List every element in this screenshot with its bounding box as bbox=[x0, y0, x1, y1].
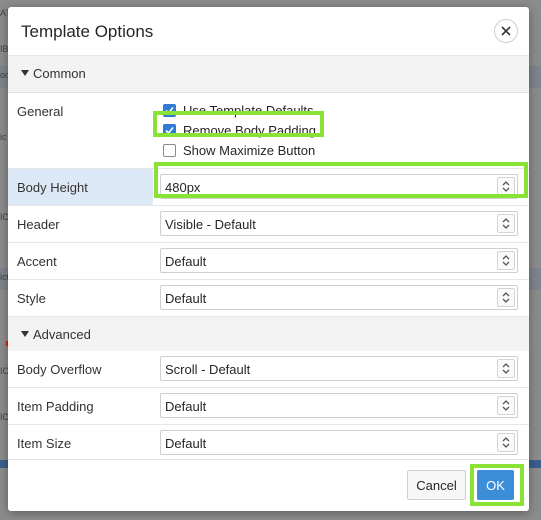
checkbox-label: Show Maximize Button bbox=[183, 143, 316, 158]
select-value: Scroll - Default bbox=[165, 362, 251, 377]
checkbox-label: Use Template Defaults bbox=[183, 103, 314, 118]
item-padding-label: Item Padding bbox=[17, 399, 94, 414]
general-label: General bbox=[17, 104, 64, 119]
checkbox-remove-body-padding[interactable]: Remove Body Padding bbox=[163, 123, 333, 141]
checkbox[interactable] bbox=[163, 124, 176, 137]
dialog-body: Common General Use Template Defaults Rem… bbox=[8, 56, 529, 459]
section-header-common[interactable]: Common bbox=[8, 56, 529, 93]
item-padding-select[interactable]: Default bbox=[160, 393, 518, 418]
template-options-dialog: Template Options Common General Use Temp… bbox=[8, 7, 529, 511]
updown-chevron-icon bbox=[497, 177, 515, 196]
body-overflow-select[interactable]: Scroll - Default bbox=[160, 356, 518, 381]
select-value: Default bbox=[165, 436, 207, 451]
cancel-button[interactable]: Cancel bbox=[407, 470, 466, 500]
select-value: Default bbox=[165, 254, 207, 269]
close-button[interactable] bbox=[494, 19, 518, 43]
checkbox[interactable] bbox=[163, 104, 176, 117]
select-value: Default bbox=[165, 291, 207, 306]
checkbox-label: Remove Body Padding bbox=[183, 123, 316, 138]
background-fragment: ic bbox=[0, 132, 7, 142]
item-padding-row: Item Padding Default bbox=[8, 388, 529, 425]
accent-label: Accent bbox=[17, 254, 57, 269]
updown-chevron-icon bbox=[497, 396, 515, 415]
style-select[interactable]: Default bbox=[160, 285, 518, 310]
accent-select[interactable]: Default bbox=[160, 248, 518, 273]
checkbox-use-template-defaults[interactable]: Use Template Defaults bbox=[163, 103, 333, 121]
updown-chevron-icon bbox=[497, 288, 515, 307]
section-label: Common bbox=[33, 66, 86, 81]
body-height-select[interactable]: 480px bbox=[160, 174, 518, 199]
body-height-row: Body Height 480px bbox=[8, 169, 529, 206]
body-height-label: Body Height bbox=[17, 180, 88, 195]
body-overflow-row: Body Overflow Scroll - Default bbox=[8, 351, 529, 388]
style-row: Style Default bbox=[8, 280, 529, 317]
updown-chevron-icon bbox=[497, 251, 515, 270]
dialog-title: Template Options bbox=[21, 22, 154, 41]
item-size-row: Item Size Default bbox=[8, 425, 529, 459]
ok-button[interactable]: OK bbox=[477, 470, 514, 500]
collapse-triangle-icon bbox=[21, 331, 29, 337]
item-size-select[interactable]: Default bbox=[160, 430, 518, 455]
check-icon bbox=[165, 126, 174, 135]
checkbox[interactable] bbox=[163, 144, 176, 157]
header-select[interactable]: Visible - Default bbox=[160, 211, 518, 236]
header-label: Header bbox=[17, 217, 60, 232]
collapse-triangle-icon bbox=[21, 70, 29, 76]
checkbox-show-maximize-button[interactable]: Show Maximize Button bbox=[163, 143, 333, 161]
dialog-title-bar: Template Options bbox=[8, 7, 529, 56]
section-label: Advanced bbox=[33, 327, 91, 342]
item-size-label: Item Size bbox=[17, 436, 72, 451]
check-icon bbox=[165, 106, 174, 115]
updown-chevron-icon bbox=[497, 433, 515, 452]
dialog-footer: Cancel OK bbox=[8, 459, 529, 511]
updown-chevron-icon bbox=[497, 359, 515, 378]
updown-chevron-icon bbox=[497, 214, 515, 233]
body-overflow-label: Body Overflow bbox=[17, 362, 102, 377]
header-row: Header Visible - Default bbox=[8, 206, 529, 243]
section-header-advanced[interactable]: Advanced bbox=[8, 317, 529, 354]
select-value: Default bbox=[165, 399, 207, 414]
accent-row: Accent Default bbox=[8, 243, 529, 280]
select-value: Visible - Default bbox=[165, 217, 256, 232]
close-icon bbox=[501, 26, 511, 36]
select-value: 480px bbox=[165, 180, 201, 195]
style-label: Style bbox=[17, 291, 46, 306]
